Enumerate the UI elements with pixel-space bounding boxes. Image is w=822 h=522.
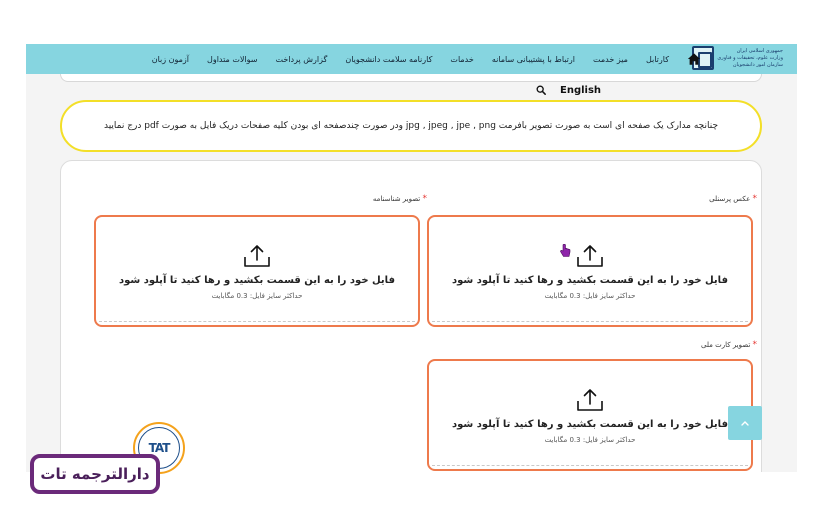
personal-photo-dropzone[interactable]: فایل خود را به این قسمت بکشید و رها کنید… [427, 215, 753, 327]
search-icon[interactable] [536, 85, 546, 95]
nav-item-faq[interactable]: سوالات متداول [207, 55, 258, 64]
scroll-to-top-button[interactable] [728, 406, 762, 440]
format-notice: چنانچه مدارک یک صفحه ای است به صورت تصوی… [60, 100, 762, 152]
previous-card-edge [60, 74, 762, 82]
national-card-label: * تصویر کارت ملی [701, 340, 757, 350]
required-asterisk: * [752, 194, 758, 204]
nav-item-services[interactable]: خدمات [450, 55, 473, 64]
birth-certificate-label: * تصویر شناسنامه [373, 194, 427, 204]
nav-item-cartable[interactable]: کارتابل [646, 55, 669, 64]
language-bar: English [536, 82, 601, 98]
logo-text: جمهوری اسلامی ایران وزارت علوم، تحقیقات … [717, 48, 783, 69]
logo-line-3: سازمان امور دانشجویان [732, 61, 783, 68]
dropzone-instruction: فایل خود را به این قسمت بکشید و رها کنید… [451, 274, 728, 286]
required-asterisk: * [422, 194, 428, 204]
app-screen: جمهوری اسلامی ایران وزارت علوم، تحقیقات … [26, 44, 797, 472]
national-card-label-text: تصویر کارت ملی [701, 341, 751, 349]
dropzone-instruction: فایل خود را به این قسمت بکشید و رها کنید… [451, 418, 728, 430]
birth-certificate-dropzone[interactable]: فایل خود را به این قسمت بکشید و رها کنید… [94, 215, 420, 327]
birth-certificate-label-text: تصویر شناسنامه [372, 195, 421, 203]
nav-item-health-record[interactable]: کارنامه سلامت دانشجویان [345, 55, 432, 64]
national-card-dropzone[interactable]: فایل خود را به این قسمت بکشید و رها کنید… [427, 359, 753, 471]
required-asterisk: * [752, 340, 758, 350]
watermark-text: دارالترجمه تات [40, 465, 150, 483]
upload-icon [577, 244, 603, 267]
top-navbar: جمهوری اسلامی ایران وزارت علوم، تحقیقات … [26, 44, 797, 74]
nav-item-service-desk[interactable]: میز خدمت [593, 55, 628, 64]
upload-icon [577, 388, 603, 411]
hand-cursor-icon [560, 244, 571, 257]
dropzone-max-size: حداکثر سایز فایل: 0.3 مگابایت [544, 435, 636, 444]
personal-photo-label: * عکس پرسنلی [709, 194, 757, 204]
personal-photo-label-text: عکس پرسنلی [709, 195, 751, 203]
nav-item-language-test[interactable]: آزمون زبان [152, 55, 189, 64]
nav-item-support[interactable]: ارتباط با پشتیبانی سامانه [492, 55, 575, 64]
english-language-link[interactable]: English [560, 85, 601, 96]
nav-item-payment-report[interactable]: گزارش پرداخت [276, 55, 328, 64]
watermark-badge: دارالترجمه تات [30, 454, 160, 494]
nav-menu: کارتابل میز خدمت ارتباط با پشتیبانی ساما… [152, 44, 701, 74]
ministry-logo[interactable]: جمهوری اسلامی ایران وزارت علوم، تحقیقات … [692, 46, 783, 70]
logo-line-1: جمهوری اسلامی ایران [736, 47, 783, 54]
dropzone-instruction: فایل خود را به این قسمت بکشید و رها کنید… [118, 274, 395, 286]
logo-line-2: وزارت علوم، تحقیقات و فناوری [717, 54, 783, 61]
upload-icon [244, 244, 270, 267]
dropzone-max-size: حداکثر سایز فایل: 0.3 مگابایت [544, 291, 636, 300]
chevron-up-icon [741, 421, 749, 426]
home-icon[interactable] [687, 52, 701, 66]
dropzone-max-size: حداکثر سایز فایل: 0.3 مگابایت [211, 291, 303, 300]
format-notice-text: چنانچه مدارک یک صفحه ای است به صورت تصوی… [103, 121, 719, 131]
